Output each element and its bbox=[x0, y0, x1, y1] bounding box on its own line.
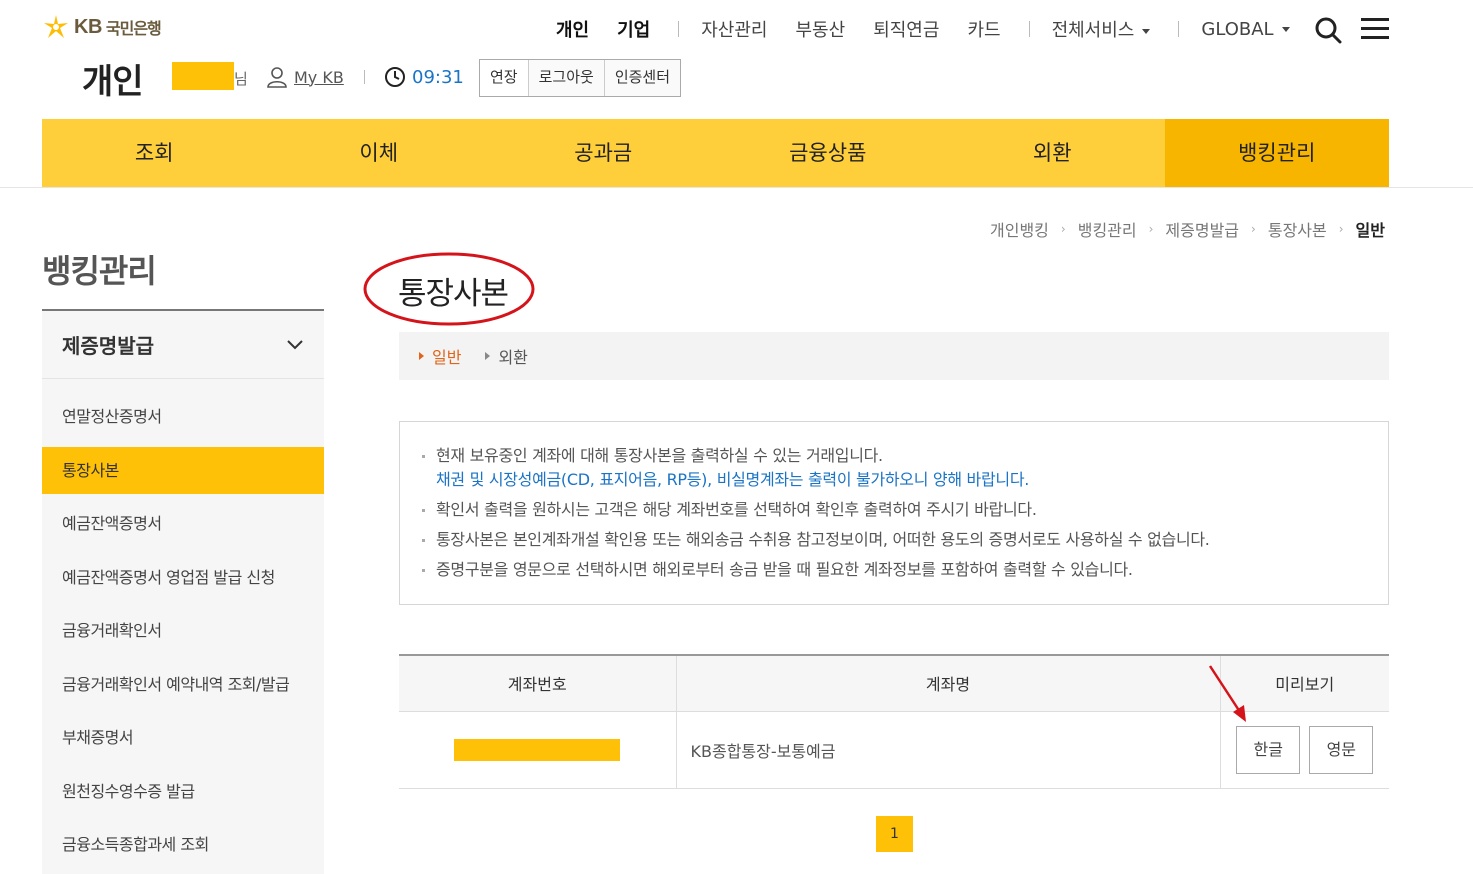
triangle-right-icon bbox=[419, 352, 424, 360]
chevron-right-icon: › bbox=[1148, 222, 1154, 236]
clock-icon bbox=[385, 67, 405, 87]
gnb-divider bbox=[678, 21, 680, 37]
main-nav-banking-mgmt[interactable]: 뱅킹관리 bbox=[1164, 119, 1389, 188]
gnb-divider bbox=[1028, 21, 1030, 37]
col-account-number: 계좌번호 bbox=[399, 655, 676, 712]
breadcrumb: 개인뱅킹 › 뱅킹관리 › 제증명발급 › 통장사본 › 일반 bbox=[986, 217, 1389, 241]
tab-forex-label: 외환 bbox=[498, 348, 528, 367]
sidebar-title: 뱅킹관리 bbox=[42, 252, 157, 290]
logout-button[interactable]: 로그아웃 bbox=[527, 60, 604, 96]
chevron-right-icon: › bbox=[1060, 222, 1066, 236]
sidebar: 제증명발급 연말정산증명서 통장사본 예금잔액증명서 예금잔액증명서 영업점 발… bbox=[42, 309, 324, 874]
gnb-global[interactable]: GLOBAL bbox=[1201, 18, 1290, 40]
account-number-cell bbox=[399, 711, 676, 789]
tab-general[interactable]: 일반 bbox=[419, 344, 461, 368]
gnb-divider bbox=[1178, 21, 1180, 37]
account-name-cell: KB종합통장-보통예금 bbox=[675, 711, 1220, 789]
account-number-masked bbox=[454, 738, 621, 761]
kb-logo[interactable]: KB 국민은행 bbox=[42, 14, 162, 40]
divider bbox=[364, 70, 365, 84]
gnb-business[interactable]: 기업 bbox=[617, 16, 650, 42]
breadcrumb-item[interactable]: 뱅킹관리 bbox=[1078, 217, 1137, 241]
user-icon bbox=[267, 67, 287, 88]
preview-english-button[interactable]: 영문 bbox=[1309, 725, 1374, 774]
global-nav: 개인 기업 자산관리 부동산 퇴직연금 카드 전체서비스 GLOBAL bbox=[556, 16, 1318, 42]
tab-forex[interactable]: 외환 bbox=[485, 344, 528, 368]
user-name-suffix: 님 bbox=[234, 70, 248, 88]
nav-divider bbox=[0, 187, 1473, 188]
sidebar-item-year-end-tax[interactable]: 연말정산증명서 bbox=[42, 393, 324, 440]
annotation-arrow-icon bbox=[1208, 665, 1246, 722]
chevron-right-icon: › bbox=[1251, 222, 1256, 236]
chevron-right-icon: › bbox=[1338, 222, 1344, 236]
main-nav-forex[interactable]: 외환 bbox=[940, 119, 1165, 188]
extend-button[interactable]: 연장 bbox=[480, 60, 528, 96]
session-buttons: 연장 로그아웃 인증센터 bbox=[479, 59, 682, 97]
sidebar-group-toggle[interactable]: 제증명발급 bbox=[42, 311, 324, 379]
gnb-asset[interactable]: 자산관리 bbox=[701, 16, 767, 42]
logo-kb-text: KB bbox=[74, 15, 102, 38]
caret-down-icon bbox=[1142, 28, 1151, 34]
mykb-label: My KB bbox=[294, 67, 344, 87]
breadcrumb-current: 일반 bbox=[1355, 221, 1385, 240]
sidebar-item-income-tax-inquiry[interactable]: 금융소득종합과세 조회 bbox=[42, 821, 324, 868]
sidebar-item-withholding-receipt[interactable]: 원천징수영수증 발급 bbox=[42, 768, 324, 815]
main-nav: 조회 이체 공과금 금융상품 외환 뱅킹관리 bbox=[42, 119, 1389, 188]
section-title: 개인 bbox=[82, 62, 144, 102]
notice-line: 확인서 출력을 원하시는 고객은 해당 계좌번호를 선택하여 확인후 출력하여 … bbox=[420, 498, 1368, 522]
logo-bank-text: 국민은행 bbox=[105, 19, 162, 38]
session-timer: 09:31 bbox=[384, 66, 464, 88]
caret-down-icon bbox=[1281, 27, 1290, 32]
gnb-card[interactable]: 카드 bbox=[967, 16, 1000, 42]
main-nav-products[interactable]: 금융상품 bbox=[716, 119, 941, 188]
sidebar-item-balance-cert-branch[interactable]: 예금잔액증명서 영업점 발급 신청 bbox=[42, 554, 324, 601]
gnb-global-label: GLOBAL bbox=[1201, 18, 1274, 40]
notice-line-text: 현재 보유중인 계좌에 대해 통장사본을 출력하실 수 있는 거래입니다. bbox=[436, 446, 883, 465]
gnb-all-services[interactable]: 전체서비스 bbox=[1052, 16, 1151, 42]
chevron-down-icon bbox=[287, 339, 303, 349]
tab-bar: 일반 외환 bbox=[399, 332, 1389, 380]
sidebar-item-passbook-copy[interactable]: 통장사본 bbox=[42, 446, 324, 494]
gnb-personal[interactable]: 개인 bbox=[556, 16, 589, 42]
sidebar-item-financial-confirm-reservation[interactable]: 금융거래확인서 예약내역 조회/발급 bbox=[42, 661, 324, 708]
gnb-realestate[interactable]: 부동산 bbox=[796, 16, 846, 42]
breadcrumb-item[interactable]: 통장사본 bbox=[1268, 217, 1327, 241]
notice-line: 통장사본은 본인계좌개설 확인용 또는 해외송금 수취용 참고정보이며, 어떠한… bbox=[420, 528, 1368, 552]
notice-box: 현재 보유중인 계좌에 대해 통장사본을 출력하실 수 있는 거래입니다. 채권… bbox=[399, 421, 1389, 605]
main-nav-inquiry[interactable]: 조회 bbox=[42, 119, 267, 188]
pagination-page-1[interactable]: 1 bbox=[876, 816, 913, 852]
col-account-name: 계좌명 bbox=[675, 655, 1220, 712]
breadcrumb-item[interactable]: 개인뱅킹 bbox=[990, 217, 1049, 241]
breadcrumb-item[interactable]: 제증명발급 bbox=[1165, 217, 1239, 241]
notice-line-highlight: 채권 및 시장성예금(CD, 표지어음, RP등), 비실명계좌는 출력이 불가… bbox=[436, 470, 1030, 489]
gnb-all-services-label: 전체서비스 bbox=[1051, 20, 1135, 41]
notice-line: 증명구분을 영문으로 선택하시면 해외로부터 송금 받을 때 필요한 계좌정보를… bbox=[420, 558, 1368, 582]
user-name-masked bbox=[172, 62, 234, 90]
kb-star-icon bbox=[44, 15, 68, 38]
timer-value: 09:31 bbox=[412, 66, 464, 88]
gnb-pension[interactable]: 퇴직연금 bbox=[873, 16, 939, 42]
triangle-right-icon bbox=[485, 352, 491, 360]
sidebar-item-debt-cert[interactable]: 부채증명서 bbox=[42, 714, 324, 761]
auth-center-button[interactable]: 인증센터 bbox=[603, 60, 681, 96]
sidebar-item-financial-confirm[interactable]: 금융거래확인서 bbox=[42, 607, 324, 654]
main-nav-transfer[interactable]: 이체 bbox=[267, 119, 492, 188]
mykb-link[interactable]: My KB bbox=[266, 66, 344, 88]
search-icon[interactable] bbox=[1314, 16, 1342, 44]
tab-general-label: 일반 bbox=[432, 348, 462, 367]
annotation-circle bbox=[363, 252, 535, 326]
hamburger-menu-icon[interactable] bbox=[1361, 18, 1389, 40]
main-nav-utility[interactable]: 공과금 bbox=[491, 119, 716, 188]
preview-korean-button[interactable]: 한글 bbox=[1236, 725, 1301, 774]
notice-line: 현재 보유중인 계좌에 대해 통장사본을 출력하실 수 있는 거래입니다. 채권… bbox=[420, 444, 1368, 492]
sidebar-group-label: 제증명발급 bbox=[62, 334, 154, 358]
sidebar-item-balance-cert[interactable]: 예금잔액증명서 bbox=[42, 500, 324, 547]
